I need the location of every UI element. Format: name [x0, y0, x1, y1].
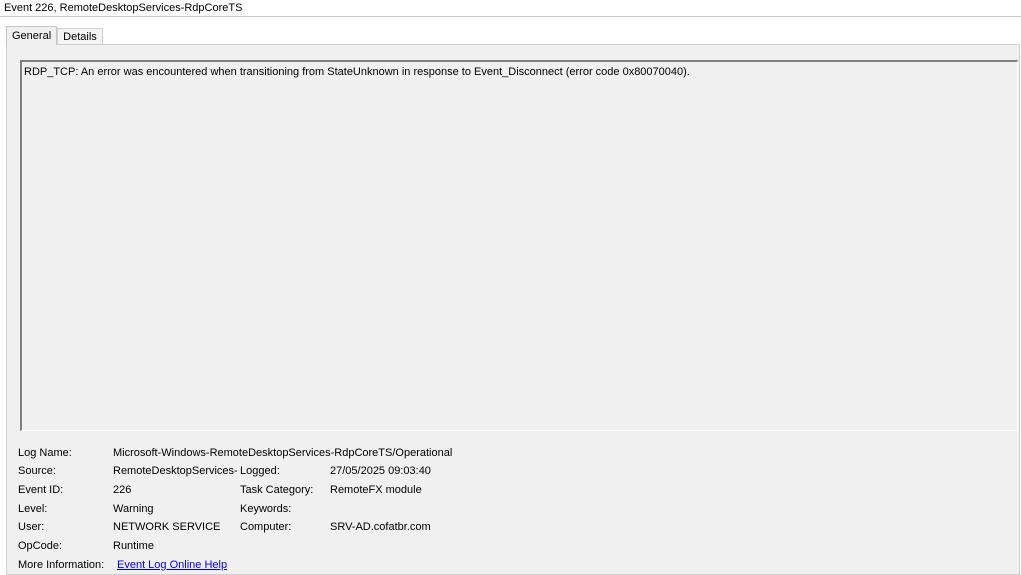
user-value[interactable]: NETWORK SERVICE: [113, 521, 220, 534]
more-info-label: More Information:: [18, 559, 105, 571]
opcode-label: OpCode:: [18, 540, 63, 552]
window-title: Event 226, RemoteDesktopServices-RdpCore…: [0, 0, 1021, 17]
computer-label: Computer:: [240, 521, 292, 533]
event-description[interactable]: RDP_TCP: An error was encountered when t…: [20, 60, 1018, 431]
source-value[interactable]: RemoteDesktopServices-RdpCoreTS: [113, 465, 237, 478]
event-log-online-help-link[interactable]: Event Log Online Help: [117, 559, 227, 572]
event-id-value[interactable]: 226: [113, 484, 131, 497]
computer-value[interactable]: SRV-AD.cofatbr.com: [330, 521, 431, 534]
general-panel: RDP_TCP: An error was encountered when t…: [6, 44, 1020, 575]
tab-general[interactable]: General: [6, 26, 58, 45]
logged-value[interactable]: 27/05/2025 09:03:40: [330, 465, 431, 478]
level-label: Level:: [18, 503, 48, 515]
task-category-label: Task Category:: [240, 484, 314, 496]
log-name-value[interactable]: Microsoft-Windows-RemoteDesktopServices-…: [113, 447, 452, 460]
tab-strip: General Details: [6, 26, 103, 45]
event-id-label: Event ID:: [18, 484, 64, 496]
source-label: Source:: [18, 465, 56, 477]
user-label: User:: [18, 521, 45, 533]
level-value[interactable]: Warning: [113, 503, 154, 516]
keywords-label: Keywords:: [240, 503, 292, 515]
opcode-value[interactable]: Runtime: [113, 540, 154, 553]
task-category-value[interactable]: RemoteFX module: [330, 484, 422, 497]
log-name-label: Log Name:: [18, 447, 72, 459]
tab-details[interactable]: Details: [57, 28, 103, 45]
logged-label: Logged:: [240, 465, 280, 477]
